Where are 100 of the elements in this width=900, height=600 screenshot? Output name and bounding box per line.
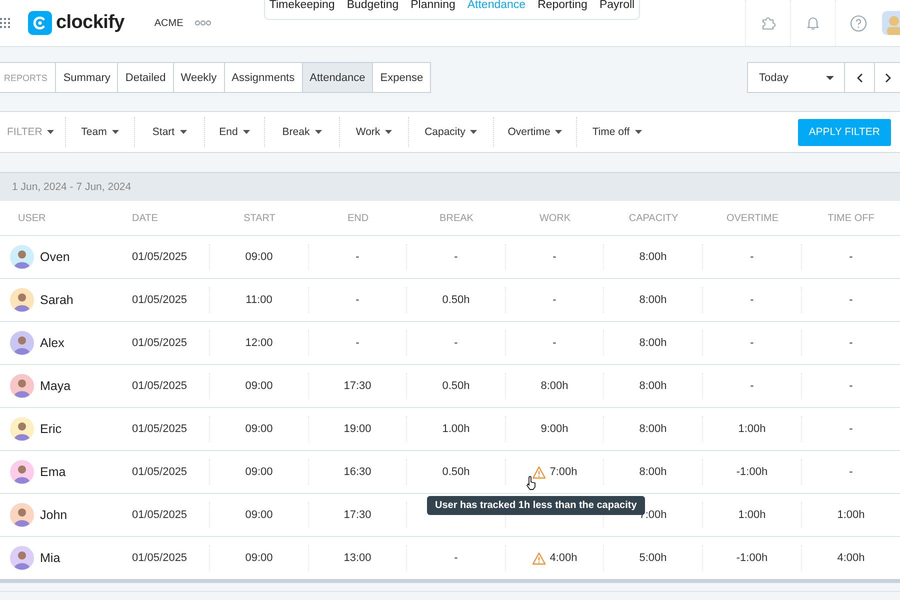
filter-dropdown[interactable]: Overtime (494, 117, 577, 147)
column-header: TIME OFF (826, 212, 876, 224)
tooltip: User has tracked 1h less than the capacity (427, 496, 645, 515)
date-cell: 01/05/2025 (132, 423, 188, 435)
filter-dropdown[interactable]: Start (135, 117, 205, 147)
column-header: WORK (538, 212, 572, 224)
caret-icon (47, 130, 54, 134)
user-name: Mia (40, 551, 60, 565)
caret-icon (314, 130, 322, 134)
table-cell: 09:00 (245, 466, 273, 478)
table-cell: 9:00h (540, 423, 568, 435)
table-cell: - (454, 337, 458, 349)
table-cell: 4:00h (837, 552, 865, 564)
date-cell: 01/05/2025 (132, 337, 188, 349)
table-cell: 8:00h (639, 466, 667, 478)
caret-icon (555, 130, 562, 134)
table-cell: - (552, 294, 556, 306)
warning-icon[interactable] (532, 466, 546, 478)
caret-icon (242, 130, 250, 134)
puzzle-icon[interactable] (760, 15, 776, 31)
apps-grid-icon[interactable] (0, 17, 10, 29)
caret-icon (470, 130, 478, 134)
table-cell: - (849, 337, 853, 349)
warning-icon[interactable] (532, 552, 546, 564)
table-cell: -1:00h (736, 466, 768, 478)
column-header: DATE (131, 212, 159, 224)
filter-dropdown[interactable]: Break (265, 117, 340, 147)
more-icon[interactable] (195, 20, 212, 26)
table-cell: - (356, 251, 360, 263)
avatar-icon[interactable] (882, 11, 900, 35)
date-cell: 01/05/2025 (132, 380, 188, 392)
app-menu-item[interactable]: Timekeeping (269, 0, 335, 11)
table-cell: -1:00h (736, 552, 768, 564)
table-cell: - (750, 251, 754, 263)
table-cell: 12:00 (245, 337, 273, 349)
table-cell: 09:00 (245, 423, 273, 435)
user-name: Maya (40, 379, 71, 393)
table-cell: 1:00h (738, 509, 766, 521)
logo-text: clockify (56, 12, 124, 34)
filter-dropdown[interactable]: Team (66, 117, 135, 147)
user-name: John (40, 508, 68, 522)
user-name: Alex (40, 336, 64, 350)
caret-icon (826, 76, 834, 80)
table-cell: 0.50h (442, 380, 470, 392)
date-cell: 01/05/2025 (132, 509, 188, 521)
app-menu-item[interactable]: Planning (410, 0, 456, 11)
table-cell: - (356, 337, 360, 349)
bell-icon[interactable] (805, 15, 821, 31)
table-cell: 8:00h (540, 380, 568, 392)
table-cell: - (849, 251, 853, 263)
workspace-name[interactable]: ACME (154, 18, 184, 28)
column-header: CAPACITY (628, 212, 680, 224)
table-cell: 0.50h (442, 466, 470, 478)
table-cell: 8:00h (639, 380, 667, 392)
user-name: Sarah (40, 293, 74, 307)
table-cell: - (750, 294, 754, 306)
table-cell: 8:00h (639, 251, 667, 263)
table-cell: 5:00h (639, 552, 667, 564)
table-cell: 0.50h (442, 294, 470, 306)
table-cell: 17:30 (344, 380, 372, 392)
table-cell: 16:30 (344, 466, 372, 478)
table-cell: 13:00 (344, 552, 372, 564)
table-cell: - (552, 337, 556, 349)
user-name: Ema (40, 465, 66, 479)
app-menu-item[interactable]: Budgeting (346, 0, 399, 11)
caret-icon (180, 130, 187, 134)
user-name: Oven (40, 250, 70, 264)
table-cell: - (849, 380, 853, 392)
table-cell: 09:00 (245, 380, 273, 392)
table-cell: 09:00 (245, 509, 273, 521)
filter-dropdown[interactable]: Capacity (409, 117, 494, 147)
table-cell: 09:00 (245, 552, 273, 564)
report-tab[interactable]: Attendance (302, 63, 374, 92)
date-cell: 01/05/2025 (132, 552, 188, 564)
app-menu-item[interactable]: Reporting (538, 0, 588, 11)
table-cell: - (552, 251, 556, 263)
chevron-left-icon (856, 72, 862, 82)
filter-dropdown[interactable]: End (205, 117, 265, 147)
table-cell: 11:00 (246, 294, 272, 306)
table-cell: 17:30 (344, 509, 372, 521)
table-cell: - (356, 294, 360, 306)
help-icon[interactable] (850, 14, 866, 32)
caret-icon (385, 130, 392, 134)
table-cell: - (750, 380, 754, 392)
table-cell: 1.00h (442, 423, 470, 435)
column-header: USER (17, 212, 47, 224)
caret-icon (112, 130, 119, 134)
column-header: BREAK (438, 212, 474, 224)
filter-dropdown[interactable]: Work (340, 117, 409, 147)
hand-cursor-icon (526, 476, 537, 490)
table-cell: - (849, 423, 853, 435)
date-range-text: 1 Jun, 2024 - 7 Jun, 2024 (12, 181, 132, 193)
filter-dropdown[interactable]: Time off (577, 117, 657, 147)
table-cell: 1:00h (837, 509, 865, 521)
column-header: OVERTIME (725, 212, 780, 224)
table-cell: 09:00 (245, 251, 273, 263)
app-menu-item[interactable]: Payroll (599, 0, 635, 11)
table-cell: 1:00h (738, 423, 766, 435)
table-cell: 19:00 (344, 423, 372, 435)
table-cell: 4:00h (550, 552, 578, 564)
